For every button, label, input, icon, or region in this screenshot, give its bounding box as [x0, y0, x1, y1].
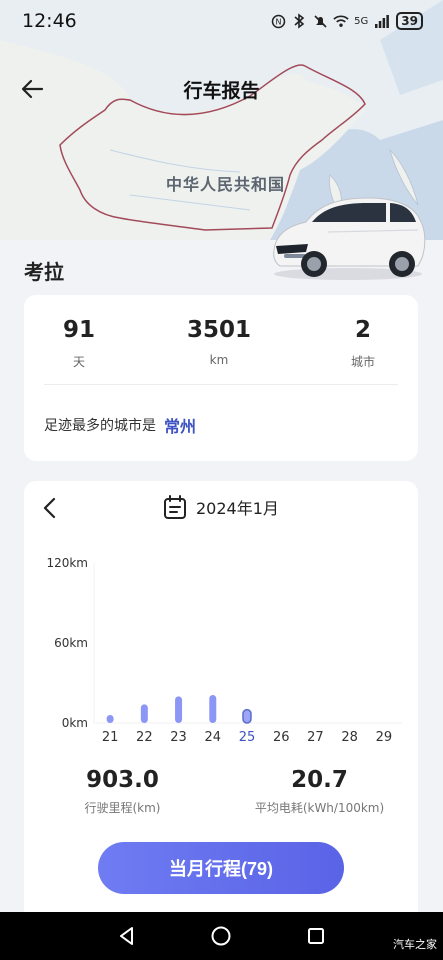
circle-home-icon	[211, 926, 231, 946]
x-tick-label: 23	[170, 730, 187, 745]
month-selector[interactable]: 2024年1月	[162, 494, 279, 520]
wifi-icon	[333, 13, 349, 29]
chevron-left-icon	[43, 497, 56, 519]
svg-text:N: N	[275, 17, 281, 26]
x-tick-label: 27	[307, 730, 324, 745]
prev-month-button[interactable]	[40, 495, 60, 521]
stat-cities: 2 城市	[308, 317, 418, 370]
square-recents-icon	[307, 928, 324, 944]
summary-distance-value: 903.0	[86, 767, 159, 793]
status-time: 12:46	[22, 10, 77, 32]
page-title: 行车报告	[183, 80, 260, 102]
signal-icon	[373, 13, 389, 29]
stat-cities-unit: 城市	[350, 355, 375, 369]
header: 行车报告	[0, 64, 443, 114]
triangle-back-icon	[120, 927, 134, 945]
status-icons: N 5G 39	[270, 12, 423, 30]
summary-consumption-label: 平均电耗(kWh/100km)	[254, 801, 385, 815]
nav-back-button[interactable]	[113, 922, 141, 950]
top-city-name: 常州	[164, 417, 197, 436]
chart-bar	[140, 704, 148, 723]
stat-cities-value: 2	[354, 317, 371, 343]
nav-recents-button[interactable]	[302, 922, 330, 950]
nav-home-button[interactable]	[207, 922, 235, 950]
stat-distance-unit: km	[209, 353, 229, 367]
x-tick-label: 24	[205, 730, 222, 745]
stat-days-value: 91	[62, 317, 95, 343]
x-tick-label: 29	[376, 730, 393, 745]
stat-distance: 3501 km	[164, 317, 274, 367]
stat-days-unit: 天	[72, 355, 85, 369]
stat-days: 91 天	[24, 317, 134, 370]
summary-distance: 903.0 行驶里程(km)	[24, 767, 221, 816]
calendar-icon	[164, 495, 186, 519]
nfc-icon: N	[270, 13, 286, 29]
stats-card: 91 天 3501 km 2 城市 足迹最多的城市是 常州	[24, 295, 418, 461]
car-image	[268, 190, 428, 282]
y-tick-label: 120km	[46, 556, 88, 570]
summary-consumption-value: 20.7	[291, 767, 348, 793]
x-tick-label: 28	[341, 730, 358, 745]
x-tick-label: 22	[136, 730, 153, 745]
x-tick-label: 21	[102, 730, 119, 745]
monthly-trips-button[interactable]: 当月行程(79)	[98, 842, 344, 894]
watermark-text: 汽车之家	[393, 938, 437, 951]
top-city-line: 足迹最多的城市是 常州	[44, 413, 196, 437]
bluetooth-icon	[291, 13, 307, 29]
month-label: 2024年1月	[196, 499, 279, 518]
chart-bar	[175, 696, 183, 723]
battery-indicator: 39	[396, 12, 423, 30]
y-tick-label: 0km	[62, 716, 88, 730]
summary-distance-label: 行驶里程(km)	[84, 801, 161, 815]
top-city-prefix: 足迹最多的城市是	[44, 418, 156, 434]
system-nav-bar: 汽车之家	[0, 912, 443, 960]
network-type-label: 5G	[354, 15, 369, 27]
x-tick-label: 26	[273, 730, 290, 745]
chart-bar	[242, 708, 252, 724]
summary-consumption: 20.7 平均电耗(kWh/100km)	[221, 767, 418, 816]
chart-bar	[106, 715, 114, 723]
owner-name: 考拉	[24, 260, 64, 284]
status-bar: 12:46 N 5G 39	[0, 0, 443, 42]
chart-bar	[209, 695, 217, 723]
divider	[44, 384, 398, 385]
x-tick-label: 25	[239, 730, 256, 745]
stat-distance-value: 3501	[186, 317, 251, 343]
monthly-chart-card: 2024年1月 0km 60km 120km 21 22 23 24 25 26 27 28 29 9…	[24, 481, 418, 921]
mute-icon	[312, 13, 328, 29]
mileage-bar-chart: 0km 60km 120km 21 22 23 24 25 26 27 28 29	[46, 556, 402, 745]
y-tick-label: 60km	[54, 636, 88, 650]
